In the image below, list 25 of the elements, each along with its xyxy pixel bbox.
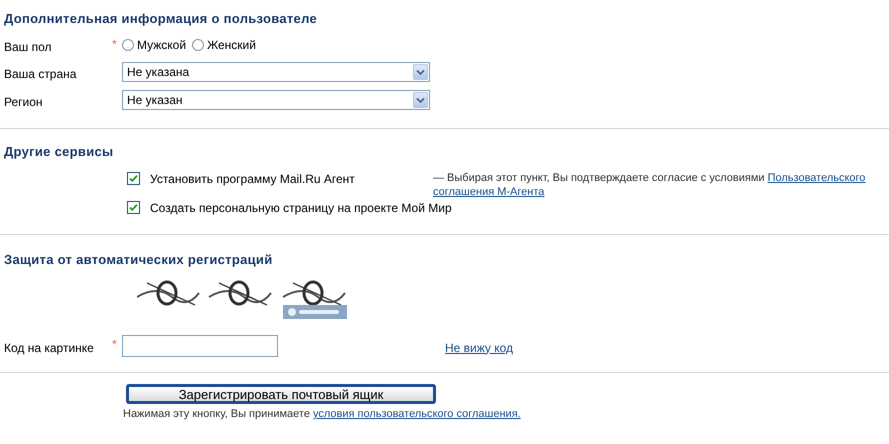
checkbox[interactable] bbox=[127, 172, 140, 185]
agreement-note: — Выбирая этот пункт, Вы подтверждаете согласие с условиями Пользовательского соглашения М-Агента bbox=[433, 171, 866, 200]
field-label: Ваш пол bbox=[3, 39, 53, 56]
agreement-link[interactable]: Пользовательского bbox=[768, 172, 866, 184]
gender-radio[interactable]: Женский bbox=[192, 36, 256, 54]
gender-radio[interactable]: Мужской bbox=[122, 36, 186, 54]
refresh-code-link[interactable]: Не вижу код bbox=[445, 336, 514, 356]
section-heading: Защита от автоматических регистраций bbox=[3, 251, 274, 269]
field-label: Код на картинке bbox=[3, 340, 95, 356]
dropdown[interactable]: Не указан bbox=[122, 90, 430, 110]
section-heading: Дополнительная информация о пользователе bbox=[3, 10, 318, 28]
agreement-link[interactable]: соглашения М-Агента bbox=[433, 186, 544, 198]
field-label: Регион bbox=[3, 94, 44, 111]
register-button[interactable]: Зарегистрировать почтовый ящик bbox=[126, 384, 436, 404]
required-mark: * bbox=[112, 36, 118, 53]
required-mark: * bbox=[112, 336, 118, 353]
section-heading: Другие сервисы bbox=[3, 143, 114, 161]
captcha-input-field[interactable] bbox=[122, 335, 278, 357]
checkbox-label: Установить программу Mail.Ru Агент bbox=[150, 172, 355, 186]
dropdown[interactable]: Не указана bbox=[122, 62, 430, 82]
terms-note: Нажимая эту кнопку, Вы принимаете bbox=[123, 408, 311, 420]
checkbox[interactable] bbox=[127, 201, 140, 214]
terms-link[interactable]: условия пользовательского соглашения. bbox=[313, 408, 521, 420]
field-label: Ваша страна bbox=[3, 66, 78, 83]
checkbox-label: Создать персональную страницу на проекте Мой Мир bbox=[150, 201, 452, 215]
